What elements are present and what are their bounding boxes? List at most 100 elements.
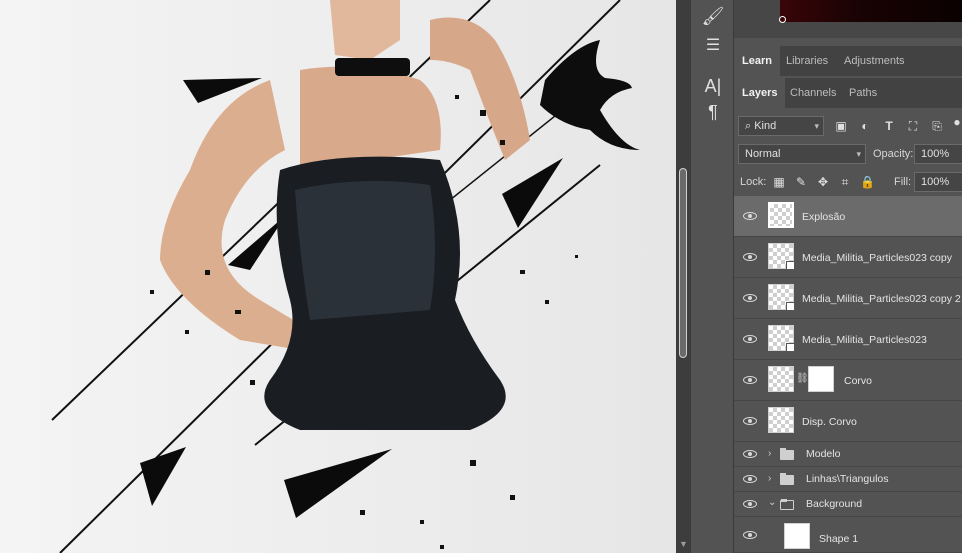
fill-field[interactable]: 100% bbox=[914, 172, 962, 192]
fill-label: Fill: bbox=[894, 176, 912, 188]
triangle-shape bbox=[502, 158, 563, 228]
figure-choker bbox=[335, 58, 410, 76]
kind-filter-dropdown[interactable]: ⌕ Kind ▾ bbox=[738, 116, 824, 136]
layer-filter-row: ⌕ Kind ▾ ▣ ◐ T ⛶ ⎘ ● bbox=[734, 112, 962, 140]
folder-icon bbox=[780, 473, 794, 485]
visibility-eye-icon[interactable] bbox=[742, 449, 758, 459]
panel-tool-strip: 🖌 ☰ A| ¶ bbox=[690, 0, 734, 553]
lock-image-icon[interactable]: ✎ bbox=[794, 175, 808, 189]
layer-row[interactable]: ⛓ Corvo bbox=[734, 360, 962, 401]
folder-open-icon bbox=[780, 499, 794, 510]
artwork bbox=[51, 0, 640, 553]
layer-thumbnail bbox=[768, 284, 795, 311]
layer-thumbnail bbox=[784, 523, 810, 549]
layers-tab-row: Layers Channels Paths bbox=[734, 78, 962, 108]
color-picker-cursor[interactable] bbox=[779, 16, 786, 23]
layer-group-row[interactable]: ⌄ Background bbox=[734, 492, 962, 517]
character-icon[interactable]: A| bbox=[701, 74, 725, 98]
layer-row[interactable]: Media_Militia_Particles023 bbox=[734, 319, 962, 360]
layer-row[interactable]: Media_Militia_Particles023 copy bbox=[734, 237, 962, 278]
tab-adjustments[interactable]: Adjustments bbox=[836, 46, 913, 76]
layer-thumbnail bbox=[768, 243, 795, 270]
layer-thumbnail bbox=[768, 407, 794, 433]
smart-object-icon bbox=[786, 261, 795, 270]
filter-smart-object-icon[interactable]: ⎘ bbox=[930, 119, 944, 133]
search-icon: ⌕ bbox=[745, 120, 755, 132]
triangle-shape bbox=[284, 449, 392, 518]
visibility-eye-icon[interactable] bbox=[742, 211, 758, 221]
mask-link-icon[interactable]: ⛓ bbox=[796, 373, 809, 387]
filter-adjustment-icon[interactable]: ◐ bbox=[858, 119, 872, 133]
visibility-eye-icon[interactable] bbox=[742, 252, 758, 262]
layer-name: Media_Militia_Particles023 copy 2 bbox=[802, 293, 961, 305]
layer-thumbnail bbox=[768, 202, 794, 228]
layer-name: Modelo bbox=[806, 448, 841, 460]
filter-shape-icon[interactable]: ⛶ bbox=[906, 119, 920, 133]
lock-label: Lock: bbox=[740, 176, 767, 188]
chevron-down-icon[interactable]: ⌄ bbox=[768, 497, 776, 508]
layer-thumbnail bbox=[768, 325, 795, 352]
blend-mode-value: Normal bbox=[745, 148, 781, 160]
layer-row[interactable]: Media_Militia_Particles023 copy 2 bbox=[734, 278, 962, 319]
layer-name: Media_Militia_Particles023 bbox=[802, 334, 927, 346]
figure-neck bbox=[330, 0, 400, 60]
brush-settings-icon[interactable]: 🖌 bbox=[701, 4, 725, 28]
color-gradient[interactable] bbox=[780, 0, 962, 22]
layer-name: Linhas\Triangulos bbox=[806, 473, 889, 485]
lock-artboard-icon[interactable]: ⌗ bbox=[838, 175, 852, 189]
document-scrollbar[interactable]: ▼ bbox=[676, 0, 690, 553]
filter-toggle-icon[interactable]: ● bbox=[950, 115, 962, 129]
filter-type-icon[interactable]: T bbox=[882, 119, 896, 133]
opacity-value: 100% bbox=[921, 148, 950, 160]
lock-position-icon[interactable]: ✥ bbox=[816, 175, 830, 189]
folder-icon bbox=[780, 448, 794, 460]
layers-list: Explosão Media_Militia_Particles023 copy… bbox=[734, 196, 962, 553]
top-tab-row: Learn Libraries Adjustments bbox=[734, 46, 962, 76]
blend-mode-dropdown[interactable]: Normal ▾ bbox=[738, 144, 866, 164]
lock-transparent-icon[interactable]: ▦ bbox=[772, 175, 786, 189]
chevron-right-icon[interactable]: › bbox=[768, 448, 771, 459]
color-picker-strip[interactable] bbox=[734, 0, 962, 38]
opacity-field[interactable]: 100% bbox=[914, 144, 962, 164]
lock-all-icon[interactable]: 🔒 bbox=[860, 175, 875, 189]
tab-layers[interactable]: Layers bbox=[734, 78, 786, 108]
chevron-down-icon: ▾ bbox=[856, 149, 861, 159]
layer-group-row[interactable]: › Modelo bbox=[734, 442, 962, 467]
dress-lace bbox=[295, 181, 435, 320]
blend-row: Normal ▾ Opacity: 100% bbox=[734, 140, 962, 168]
lock-row: Lock: ▦ ✎ ✥ ⌗ 🔒 Fill: 100% bbox=[734, 168, 962, 196]
visibility-eye-icon[interactable] bbox=[742, 499, 758, 509]
layer-mask-thumbnail[interactable] bbox=[808, 366, 834, 392]
visibility-eye-icon[interactable] bbox=[742, 293, 758, 303]
tab-libraries[interactable]: Libraries bbox=[778, 46, 836, 76]
tab-paths[interactable]: Paths bbox=[841, 78, 885, 108]
layer-name: Explosão bbox=[802, 211, 846, 223]
tab-learn[interactable]: Learn bbox=[734, 46, 780, 76]
chevron-right-icon[interactable]: › bbox=[768, 473, 771, 484]
right-panel: Learn Libraries Adjustments Layers Chann… bbox=[734, 0, 962, 553]
scrollbar-thumb[interactable] bbox=[679, 168, 687, 358]
visibility-eye-icon[interactable] bbox=[742, 375, 758, 385]
scroll-down-icon[interactable]: ▼ bbox=[679, 539, 688, 549]
layer-name: Disp. Corvo bbox=[802, 416, 857, 428]
tab-channels[interactable]: Channels bbox=[782, 78, 844, 108]
layer-row[interactable]: Explosão bbox=[734, 196, 962, 237]
visibility-eye-icon[interactable] bbox=[742, 334, 758, 344]
smart-object-icon bbox=[786, 302, 795, 311]
filter-pixel-icon[interactable]: ▣ bbox=[834, 119, 848, 133]
layer-thumbnail bbox=[768, 366, 794, 392]
layer-group-row[interactable]: › Linhas\Triangulos bbox=[734, 467, 962, 492]
layer-row[interactable]: Shape 1 bbox=[734, 517, 962, 553]
layer-name: Shape 1 bbox=[819, 533, 859, 545]
adjust-sliders-icon[interactable]: ☰ bbox=[701, 34, 725, 58]
fill-value: 100% bbox=[921, 176, 950, 188]
document-canvas[interactable] bbox=[0, 0, 676, 553]
paragraph-icon[interactable]: ¶ bbox=[701, 100, 725, 124]
layer-row[interactable]: Disp. Corvo bbox=[734, 401, 962, 442]
visibility-eye-icon[interactable] bbox=[742, 530, 758, 540]
layer-name: Background bbox=[806, 498, 863, 510]
kind-label: Kind bbox=[754, 120, 777, 132]
visibility-eye-icon[interactable] bbox=[742, 474, 758, 484]
visibility-eye-icon[interactable] bbox=[742, 416, 758, 426]
opacity-label: Opacity: bbox=[873, 148, 914, 160]
